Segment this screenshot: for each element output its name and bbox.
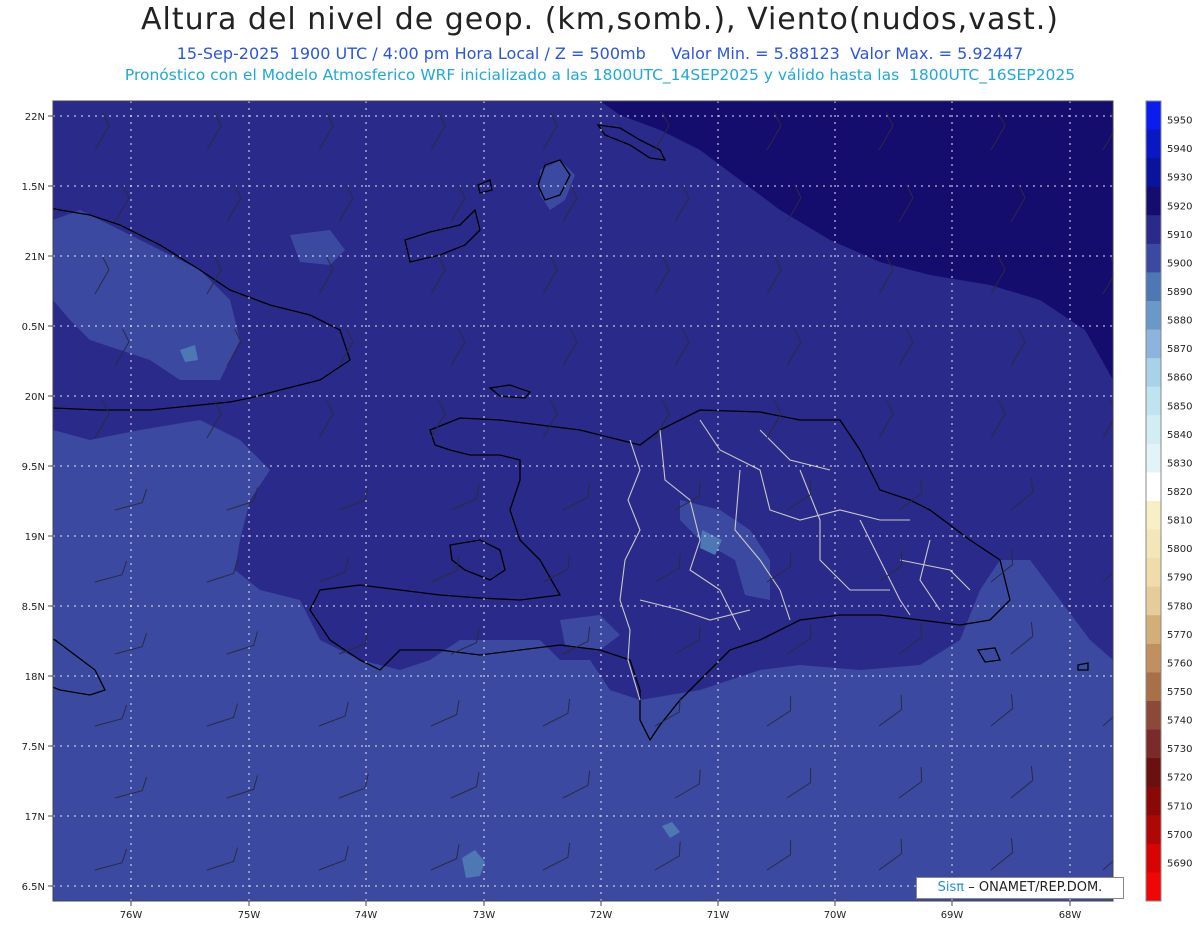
colorbar-label: 5750 [1167, 687, 1192, 698]
lon-label: 73W [473, 910, 496, 921]
lon-label: 74W [355, 910, 378, 921]
colorbar-swatch [1146, 786, 1161, 816]
colorbar-swatch [1146, 272, 1161, 302]
colorbar-label: 5900 [1167, 258, 1192, 269]
colorbar-swatch [1146, 472, 1161, 502]
colorbar-label: 5860 [1167, 373, 1192, 384]
lat-label: 18N [25, 672, 45, 683]
lat-label: 20N [25, 392, 45, 403]
colorbar-swatch [1146, 672, 1161, 702]
geopotential-field [53, 101, 1113, 901]
wind-barb [1115, 477, 1150, 510]
lat-label: 22N [25, 112, 45, 123]
lat-label: 21N [25, 252, 45, 263]
sispi-logo: Sisπ [937, 880, 965, 895]
colorbar: 5950 5940 5930 5920 5910 5900 5890 5880 5870 5860… [1145, 100, 1192, 902]
colorbar-swatch [1146, 501, 1161, 531]
colorbar-label: 5690 [1167, 858, 1192, 869]
credit-box: Sisπ – ONAMET/REP.DOM. [916, 877, 1124, 899]
colorbar-label: 5820 [1167, 487, 1192, 498]
colorbar-label: 5720 [1167, 773, 1192, 784]
colorbar-swatch [1146, 129, 1161, 159]
longitude-labels: 76W 75W 74W 73W 72W 71W 70W 69W 68W [120, 901, 1082, 921]
colorbar-swatch [1146, 158, 1161, 188]
colorbar-swatch [1146, 843, 1161, 873]
colorbar-label: 5850 [1167, 401, 1192, 412]
colorbar-swatch [1146, 643, 1161, 673]
colorbar-label: 5780 [1167, 601, 1192, 612]
colorbar-swatch [1146, 615, 1161, 645]
colorbar-swatch [1146, 586, 1161, 616]
lat-label: 6.5N [22, 882, 45, 893]
colorbar-label: 5830 [1167, 458, 1192, 469]
lat-label: 1.5N [22, 182, 45, 193]
lon-label: 72W [590, 910, 613, 921]
colorbar-swatch [1146, 729, 1161, 759]
wind-barb [1113, 185, 1141, 222]
colorbar-label: 5890 [1167, 287, 1192, 298]
colorbar-label: 5920 [1167, 201, 1192, 212]
colorbar-swatch [1146, 215, 1161, 245]
colorbar-swatch [1146, 243, 1161, 273]
colorbar-label: 5760 [1167, 658, 1192, 669]
colorbar-label: 5710 [1167, 801, 1192, 812]
lon-label: 71W [707, 910, 730, 921]
colorbar-label: 5930 [1167, 173, 1192, 184]
lon-label: 69W [941, 910, 964, 921]
colorbar-label: 5880 [1167, 316, 1192, 327]
colorbar-swatch [1146, 415, 1161, 445]
colorbar-swatch [1146, 558, 1161, 588]
lon-label: 75W [238, 910, 261, 921]
colorbar-swatch [1146, 815, 1161, 845]
colorbar-swatch [1146, 386, 1161, 416]
colorbar-swatch [1146, 358, 1161, 388]
lat-label: 17N [25, 812, 45, 823]
credit-text: – ONAMET/REP.DOM. [968, 880, 1103, 895]
colorbar-swatch [1146, 529, 1161, 559]
geopotential-map: 22N 1.5N 21N 0.5N 20N 9.5N 19N 8.5N 18N 7.5N 17N 6.… [22, 100, 1192, 921]
lat-label: 8.5N [22, 602, 45, 613]
colorbar-label: 5800 [1167, 544, 1192, 555]
wind-barb [1113, 329, 1141, 366]
colorbar-swatch [1146, 101, 1161, 131]
colorbar-label: 5770 [1167, 630, 1192, 641]
lat-label: 0.5N [22, 322, 45, 333]
latitude-labels: 22N 1.5N 21N 0.5N 20N 9.5N 19N 8.5N 18N 7.5N 17N 6.… [22, 112, 53, 893]
colorbar-label: 5870 [1167, 344, 1192, 355]
colorbar-swatch [1146, 186, 1161, 216]
colorbar-swatch [1146, 758, 1161, 788]
colorbar-label: 5910 [1167, 230, 1192, 241]
colorbar-label: 5740 [1167, 716, 1192, 727]
wind-barb [1115, 621, 1150, 654]
lat-label: 9.5N [22, 462, 45, 473]
colorbar-label: 5810 [1167, 516, 1192, 527]
colorbar-label: 5700 [1167, 830, 1192, 841]
colorbar-label: 5790 [1167, 573, 1192, 584]
colorbar-swatch [1146, 872, 1161, 902]
colorbar-label: 5730 [1167, 744, 1192, 755]
colorbar-label: 5840 [1167, 430, 1192, 441]
lon-label: 70W [824, 910, 847, 921]
colorbar-swatch [1146, 301, 1161, 331]
colorbar-label: 5940 [1167, 144, 1192, 155]
lat-label: 19N [25, 532, 45, 543]
colorbar-swatch [1146, 701, 1161, 731]
lon-label: 68W [1059, 910, 1082, 921]
colorbar-label: 5950 [1167, 116, 1192, 127]
lon-label: 76W [120, 910, 143, 921]
colorbar-swatch [1146, 329, 1161, 359]
lat-label: 7.5N [22, 742, 45, 753]
colorbar-swatch [1146, 443, 1161, 473]
wind-barb [1115, 765, 1150, 798]
